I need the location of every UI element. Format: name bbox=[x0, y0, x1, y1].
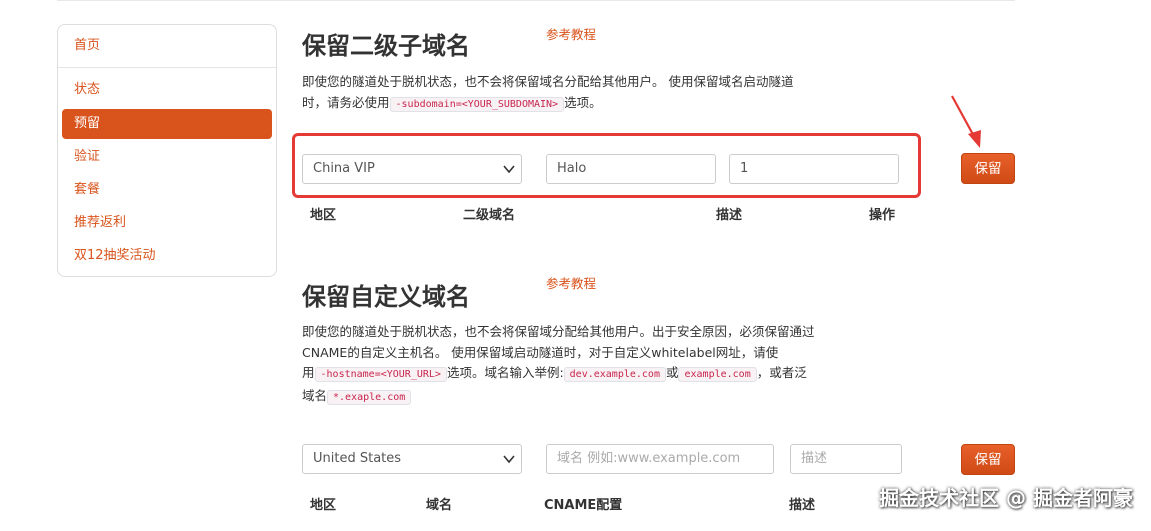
hostname-flag-code: -hostname=<YOUR_URL> bbox=[314, 367, 447, 382]
custom-col-region: 地区 bbox=[310, 498, 337, 513]
subdomain-description: 即使您的隧道处于脱机状态，也不会将保留域名分配给其他用户。 使用保留域名启动隧道… bbox=[302, 72, 902, 115]
sidebar-item-verify[interactable]: 验证 bbox=[62, 142, 272, 172]
custom-domain-section-title: 保留自定义域名 bbox=[302, 283, 470, 311]
wildcard-domain-code: *.exaple.com bbox=[327, 389, 412, 405]
custom-col-description: 描述 bbox=[789, 498, 816, 513]
example-domain-code-1: dev.example.com bbox=[563, 367, 666, 382]
subdomain-col-description: 描述 bbox=[716, 208, 743, 223]
custom-domain-description: 即使您的隧道处于脱机状态，也不会将保留域分配给其他用户。出于安全原因，必须保留通… bbox=[302, 322, 922, 408]
top-divider bbox=[57, 0, 1015, 1]
subdomain-section-title: 保留二级子域名 bbox=[302, 32, 470, 60]
custom-domain-tutorial-link[interactable]: 参考教程 bbox=[546, 273, 596, 292]
custom-description-input[interactable]: 描述 bbox=[790, 444, 902, 474]
chevron-down-icon bbox=[503, 455, 515, 464]
subdomain-desc-tail: 选项。 bbox=[564, 94, 602, 110]
custom-domain-input[interactable]: 域名 例如:www.example.com bbox=[546, 444, 774, 474]
subdomain-tutorial-link[interactable]: 参考教程 bbox=[546, 24, 596, 43]
page: 首页 状态 预留 验证 套餐 推荐返利 双12抽奖活动 保留二级子域名 参考教程… bbox=[0, 0, 1151, 531]
sidebar: 首页 状态 预留 验证 套餐 推荐返利 双12抽奖活动 bbox=[57, 24, 277, 277]
subdomain-save-button[interactable]: 保留 bbox=[961, 153, 1015, 184]
custom-col-domain: 域名 bbox=[426, 498, 453, 513]
custom-desc-text-d: ，或者泛 bbox=[756, 365, 807, 380]
sidebar-item-status[interactable]: 状态 bbox=[62, 75, 272, 105]
subdomain-desc-line2: 时，请务必使用 -subdomain=<YOUR_SUBDOMAIN> 选项。 bbox=[302, 93, 902, 116]
subdomain-flag-code: -subdomain=<YOUR_SUBDOMAIN> bbox=[389, 96, 565, 112]
subdomain-desc-text: 时，请务必使用 bbox=[302, 94, 390, 110]
subdomain-input[interactable]: Halo bbox=[546, 154, 716, 184]
custom-col-cname: CNAME配置 bbox=[544, 498, 623, 513]
sidebar-item-lottery[interactable]: 双12抽奖活动 bbox=[62, 241, 272, 271]
subdomain-region-value: China VIP bbox=[313, 161, 375, 176]
custom-desc-line2: CNAME的自定义主机名。 使用保留域启动隧道时，对于自定义whitelabel… bbox=[302, 344, 779, 360]
custom-desc-text-b: 选项。域名输入举例: bbox=[446, 365, 564, 380]
custom-desc-text-a: 用 bbox=[302, 365, 315, 380]
chevron-down-icon bbox=[503, 165, 515, 174]
sidebar-item-plans[interactable]: 套餐 bbox=[62, 175, 272, 205]
custom-desc-text-e: 域名 bbox=[302, 387, 328, 403]
custom-region-value: United States bbox=[313, 451, 402, 466]
subdomain-region-select[interactable]: China VIP bbox=[302, 154, 522, 184]
custom-desc-line4: 域名 *.exaple.com bbox=[302, 386, 922, 409]
sidebar-item-reserve[interactable]: 预留 bbox=[62, 109, 272, 139]
custom-desc-line1: 即使您的隧道处于脱机状态，也不会将保留域分配给其他用户。出于安全原因，必须保留通… bbox=[302, 324, 815, 339]
subdomain-desc-line1: 即使您的隧道处于脱机状态，也不会将保留域名分配给其他用户。 使用保留域名启动隧道 bbox=[302, 74, 794, 89]
sidebar-item-referral[interactable]: 推荐返利 bbox=[62, 208, 272, 238]
subdomain-col-subdomain: 二级域名 bbox=[463, 208, 516, 223]
example-domain-code-2: example.com bbox=[678, 367, 757, 382]
subdomain-description-input[interactable]: 1 bbox=[729, 154, 899, 184]
custom-desc-text-c: 或 bbox=[665, 365, 679, 380]
custom-region-select[interactable]: United States bbox=[302, 444, 522, 474]
subdomain-col-region: 地区 bbox=[310, 208, 337, 223]
watermark-text: 掘金技术社区 @ 掘金者阿豪 bbox=[879, 486, 1133, 510]
custom-desc-line3: 用 -hostname=<YOUR_URL> 选项。域名输入举例: dev.examp… bbox=[302, 363, 922, 386]
custom-save-button[interactable]: 保留 bbox=[961, 444, 1015, 475]
sidebar-item-home[interactable]: 首页 bbox=[62, 31, 272, 61]
sidebar-divider bbox=[58, 67, 276, 68]
annotation-arrow-icon bbox=[951, 95, 981, 148]
subdomain-col-action: 操作 bbox=[869, 208, 896, 223]
